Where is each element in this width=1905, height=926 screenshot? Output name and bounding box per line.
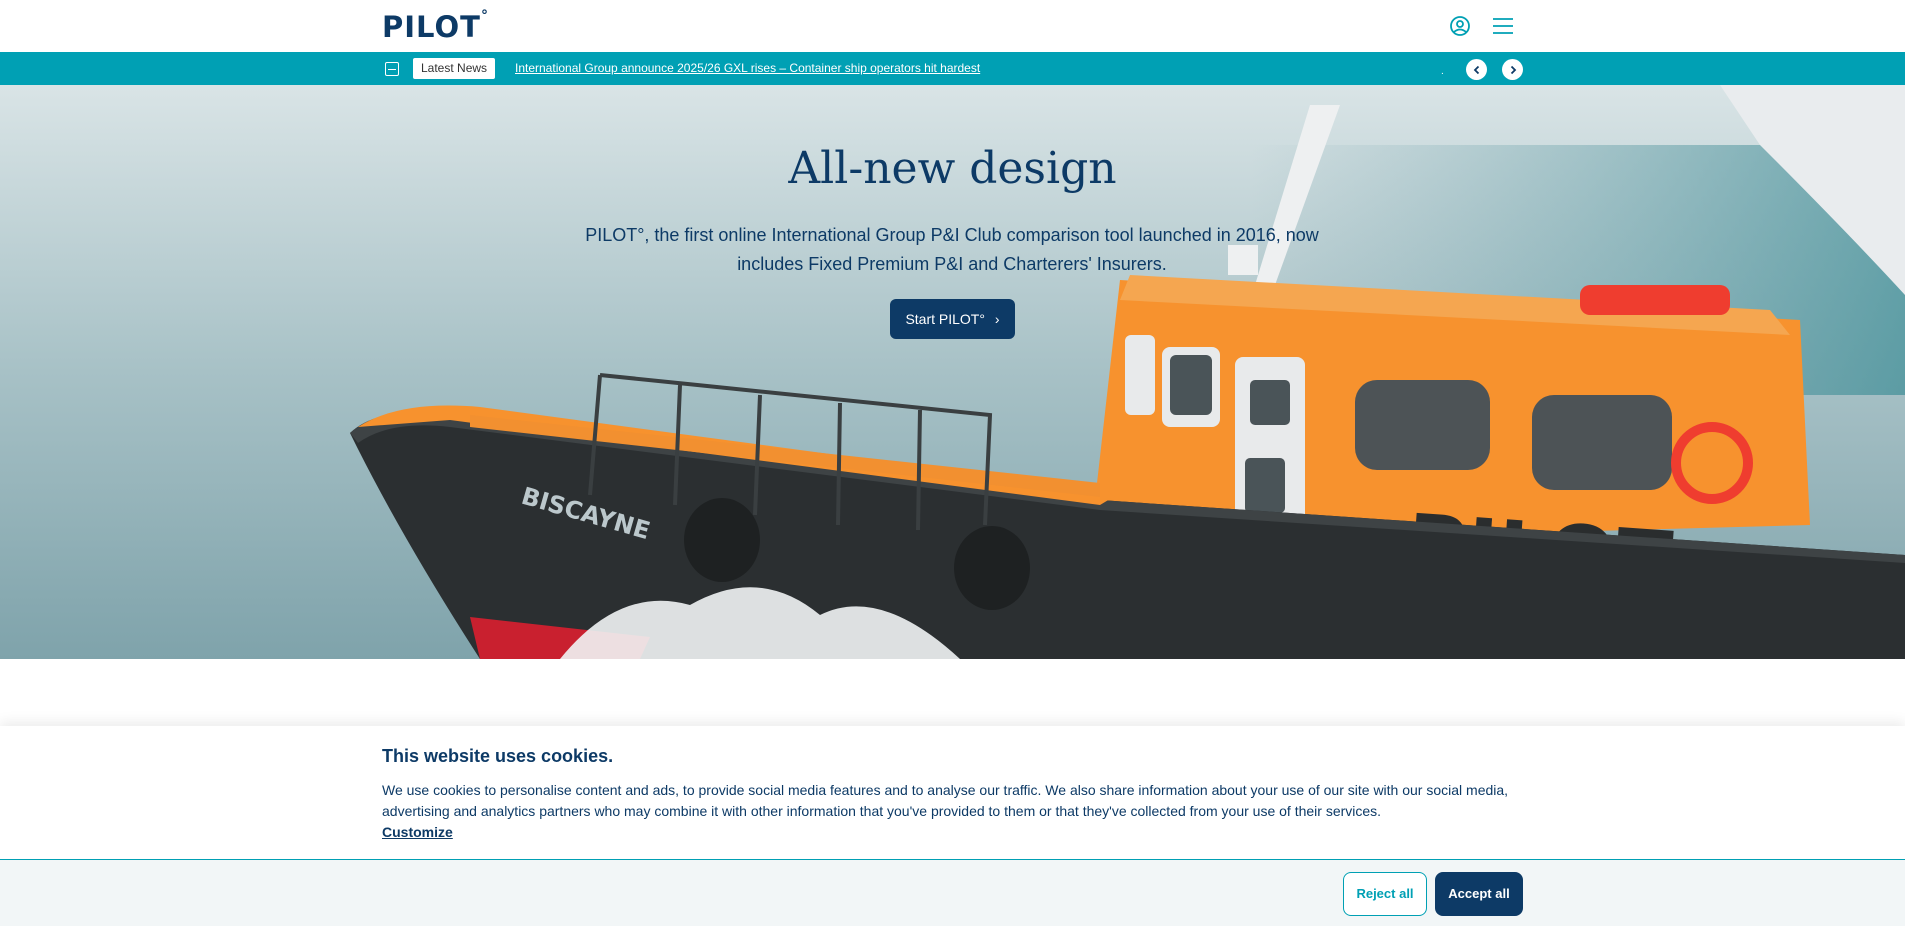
user-circle-icon[interactable] [1448, 14, 1472, 38]
pause-icon[interactable] [385, 62, 399, 76]
chevron-right-icon[interactable] [1502, 59, 1523, 80]
pilot-logo[interactable]: PILOT° [382, 8, 489, 44]
hero-banner: PILOT BISCAYNE All-new design PILOT°, th… [0, 85, 1905, 659]
customize-link[interactable]: Customize [382, 824, 453, 840]
cookie-text: We use cookies to personalise content an… [382, 782, 1509, 819]
accept-all-button[interactable]: Accept all [1435, 872, 1523, 916]
latest-news-badge: Latest News [413, 58, 496, 79]
site-header: PILOT° [0, 0, 1905, 52]
reject-all-button[interactable]: Reject all [1343, 872, 1427, 916]
chevron-left-icon[interactable] [1466, 59, 1487, 80]
news-headline-link[interactable]: International Group announce 2025/26 GXL… [515, 61, 980, 75]
chevron-right-icon: › [994, 311, 1000, 327]
ticker-separator: . [1441, 66, 1444, 77]
hero-subtitle: PILOT°, the first online International G… [585, 225, 1319, 274]
cookie-banner: This website uses cookies. We use cookie… [0, 726, 1905, 926]
start-pilot-label: Start PILOT° [905, 311, 985, 327]
start-pilot-button[interactable]: Start PILOT° › [890, 299, 1015, 339]
news-ticker: Latest News International Group announce… [0, 52, 1905, 85]
cookie-actions: Reject all Accept all [0, 859, 1905, 926]
hamburger-icon[interactable] [1491, 14, 1515, 38]
cookie-title: This website uses cookies. [382, 746, 614, 766]
hero-title: All-new design [788, 143, 1117, 194]
